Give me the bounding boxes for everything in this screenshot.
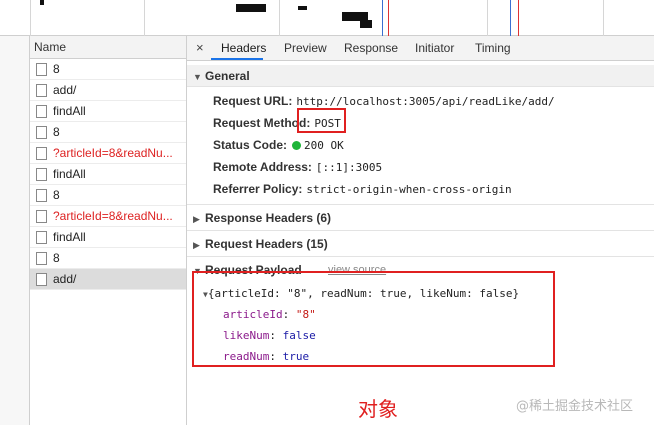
request-name: ?articleId=8&readNu... [53,146,173,160]
method-highlight-box [297,108,346,133]
overview-gridline [487,0,488,36]
remote-address-label: Remote Address: [213,160,312,174]
overview-bar [236,4,266,12]
request-list-item[interactable]: findAll [30,227,186,248]
file-icon [36,189,47,202]
file-icon [36,84,47,97]
left-gutter [0,36,30,425]
request-list: Name 8 add/findAll 8 ?articleId=8&readNu...… [30,36,187,425]
request-list-item[interactable]: findAll [30,164,186,185]
overview-dom-marker [382,0,383,36]
status-code-row: Status Code: 200 OK [213,138,344,152]
tab-initiator[interactable]: Initiator [415,41,454,55]
request-url-label: Request URL: [213,94,293,108]
general-title: General [205,69,250,83]
request-list-item[interactable]: findAll [30,101,186,122]
request-url-value[interactable]: http://localhost:3005/api/readLike/add/ [296,95,554,108]
overview-bar [40,0,44,5]
file-icon [36,105,47,118]
status-ok-icon [292,141,302,150]
file-icon [36,231,47,244]
request-method-label: Request Method: [213,116,311,130]
request-name: add/ [53,83,77,97]
detail-tabs: × Headers Preview Response Initiator Tim… [187,36,654,61]
request-name: ?articleId=8&readNu... [53,209,173,223]
remote-address-value[interactable]: [::1]:3005 [316,161,382,174]
tab-headers[interactable]: Headers [221,41,266,55]
tab-response[interactable]: Response [344,41,398,55]
overview-bar [360,20,372,28]
annotation-label: 对象 [358,397,398,421]
request-name: 8 [53,62,60,76]
request-list-item[interactable]: 8 [30,59,186,80]
overview-gridline [30,0,31,36]
request-name: findAll [53,104,86,118]
request-list-item[interactable]: ?articleId=8&readNu... [30,143,186,164]
referrer-policy-label: Referrer Policy: [213,182,303,196]
file-icon [36,252,47,265]
remote-address-row: Remote Address: [::1]:3005 [213,160,382,174]
overview-load-marker [388,0,389,36]
name-column-header[interactable]: Name [30,36,186,59]
request-list-item[interactable]: 8 [30,122,186,143]
response-headers-section[interactable]: ▶ Response Headers (6) [187,207,654,229]
request-url-row: Request URL: http://localhost:3005/api/re… [213,94,555,108]
tab-preview[interactable]: Preview [284,41,327,55]
collapsed-triangle-icon: ▶ [193,214,200,224]
file-icon [36,147,47,160]
overview-gridline [279,0,280,36]
section-divider [187,204,654,205]
request-list-item[interactable]: add/ [30,269,186,290]
request-list-item[interactable]: add/ [30,80,186,101]
active-tab-indicator [211,58,263,60]
request-list-item[interactable]: ?articleId=8&readNu... [30,206,186,227]
referrer-policy-value[interactable]: strict-origin-when-cross-origin [306,183,511,196]
referrer-policy-row: Referrer Policy: strict-origin-when-cross… [213,182,512,196]
overview-gridline [603,0,604,36]
request-name: 8 [53,188,60,202]
file-icon [36,63,47,76]
request-name: add/ [53,272,77,286]
request-headers-title: Request Headers (15) [205,237,328,251]
tab-timing[interactable]: Timing [475,41,511,55]
headers-panel: ▼ General Request URL: http://localhost:30… [187,61,654,425]
file-icon [36,210,47,223]
overview-dom-marker [510,0,511,36]
file-icon [36,126,47,139]
request-name: 8 [53,251,60,265]
file-icon [36,168,47,181]
collapsed-triangle-icon: ▶ [193,240,200,250]
close-icon[interactable]: × [196,40,204,55]
status-code-value[interactable]: 200 OK [304,139,344,152]
watermark: @稀土掘金技术社区 [516,399,634,414]
timeline-overview[interactable] [0,0,654,36]
overview-load-marker [518,0,519,36]
overview-bar [298,6,307,10]
request-name: 8 [53,125,60,139]
request-list-item[interactable]: 8 [30,248,186,269]
file-icon [36,273,47,286]
general-section-header[interactable]: ▼ General [187,65,654,87]
section-divider [187,256,654,257]
request-name: findAll [53,167,86,181]
section-divider [187,230,654,231]
request-list-item[interactable]: 8 [30,185,186,206]
response-headers-title: Response Headers (6) [205,211,332,225]
request-headers-section[interactable]: ▶ Request Headers (15) [187,233,654,255]
expanded-triangle-icon: ▼ [193,72,202,82]
status-code-label: Status Code: [213,138,288,152]
request-name: findAll [53,230,86,244]
overview-gridline [144,0,145,36]
payload-highlight-box [192,271,555,367]
